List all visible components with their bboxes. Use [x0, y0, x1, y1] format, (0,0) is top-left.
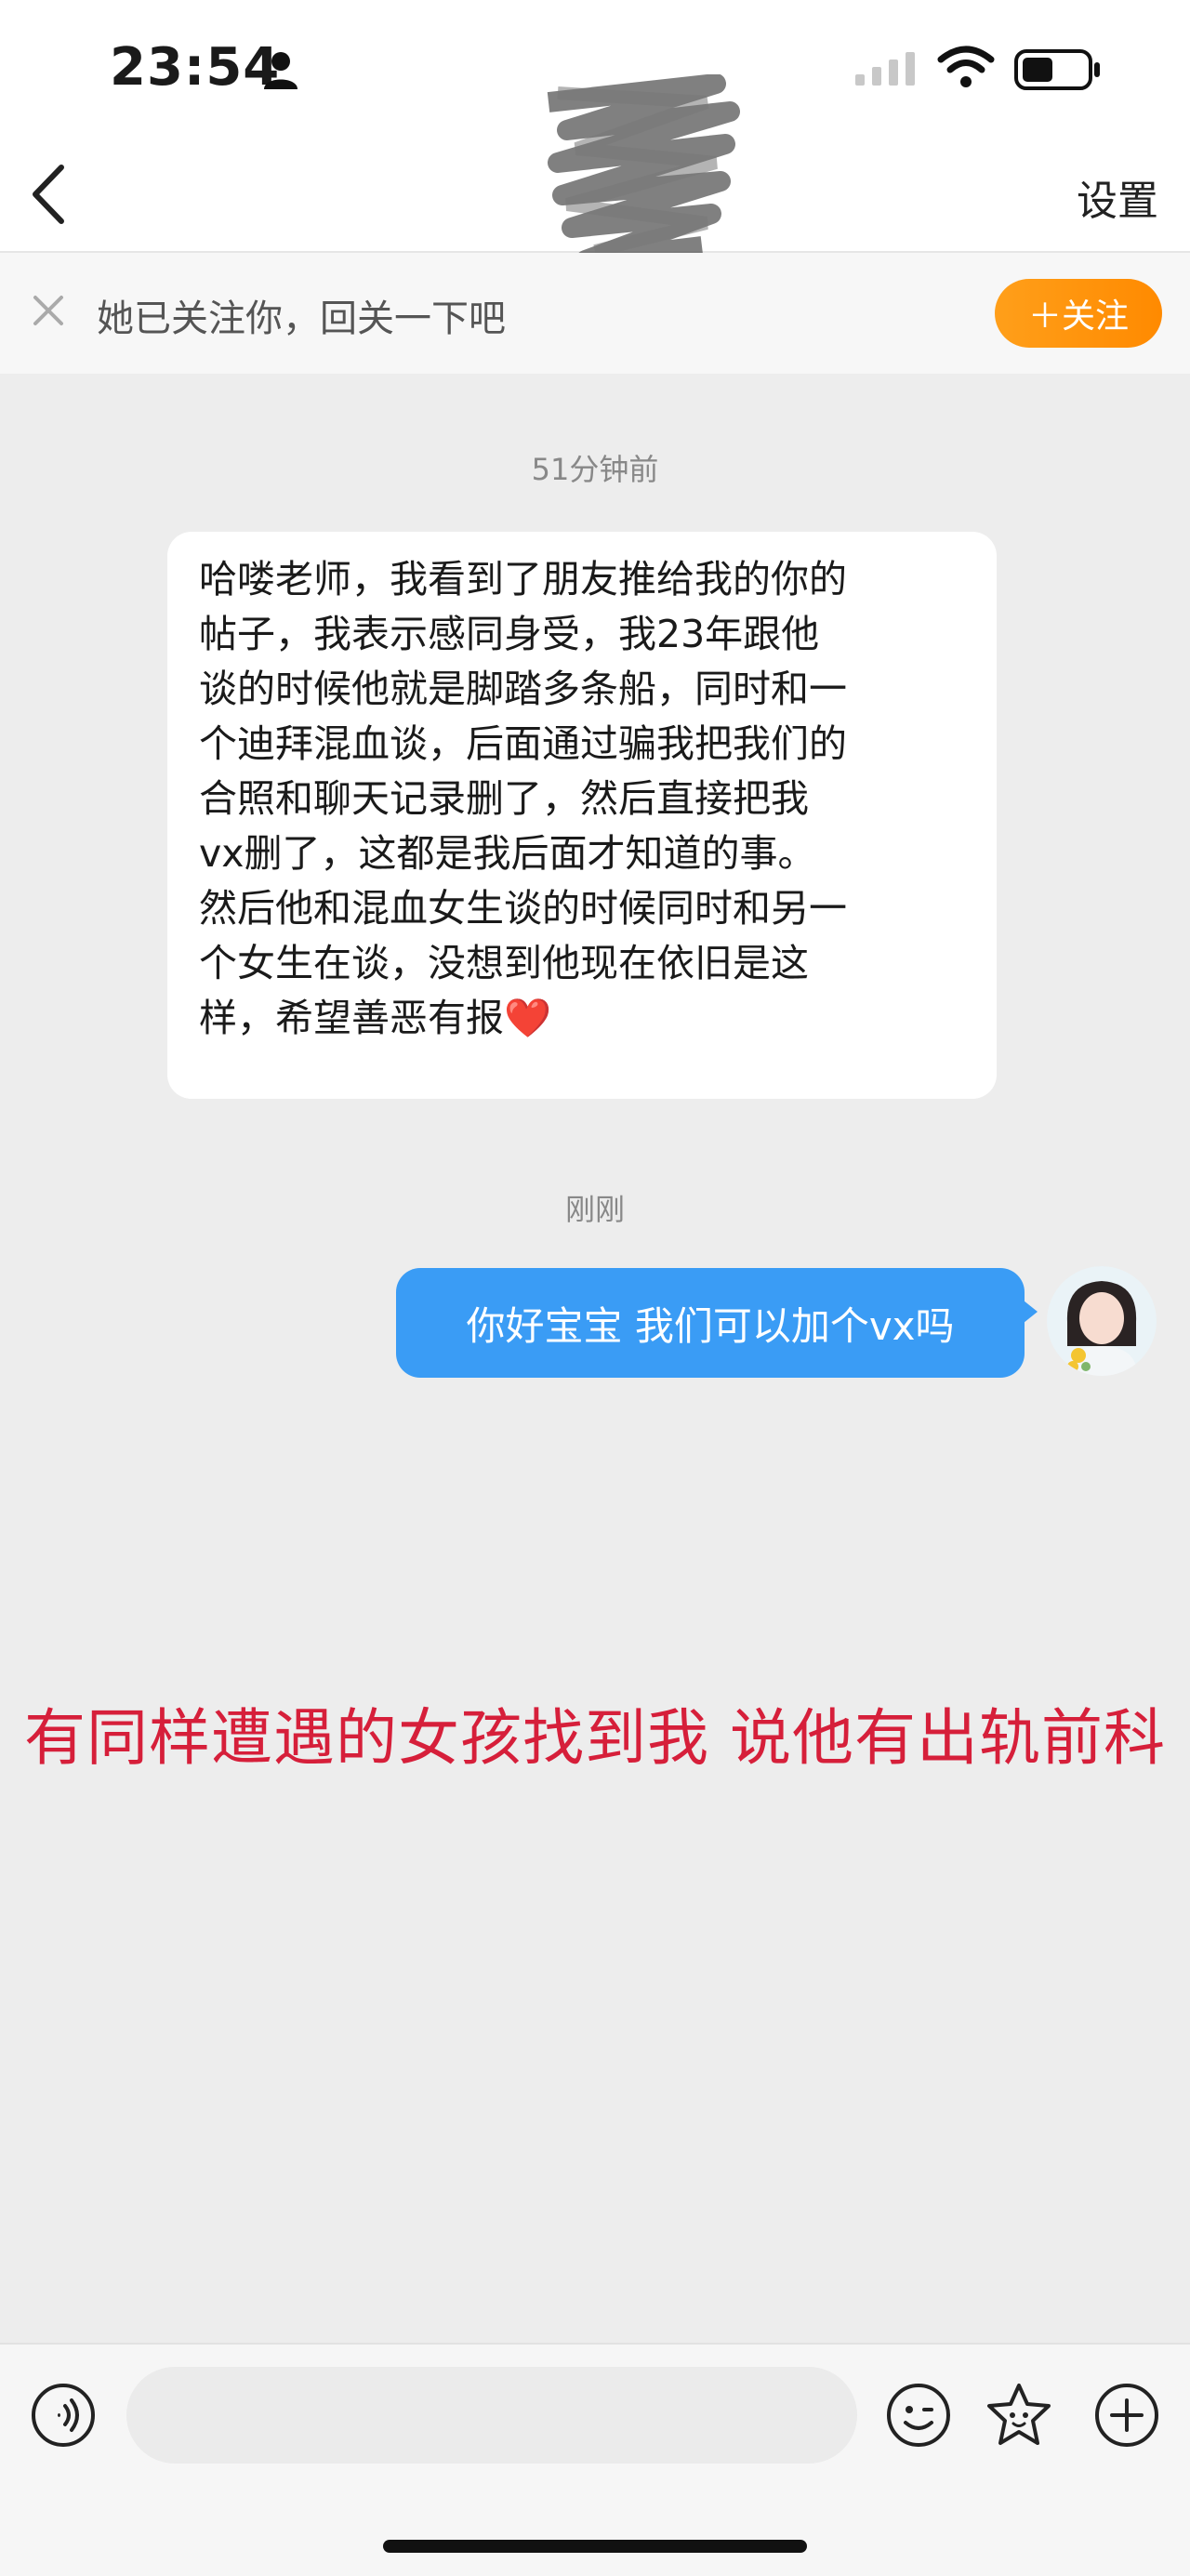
emoji-icon[interactable] — [885, 2382, 952, 2449]
voice-icon[interactable] — [30, 2382, 97, 2449]
signal-icon — [855, 52, 915, 86]
follow-back-text: 她已关注你，回关一下吧 — [97, 297, 506, 340]
status-time: 23:54 — [110, 37, 281, 98]
sticker-icon[interactable] — [984, 2380, 1054, 2451]
follow-back-banner: 她已关注你，回关一下吧 ＋关注 — [0, 253, 1190, 374]
message-line: vx删了，这都是我后面才知道的事。 — [199, 831, 816, 876]
message-line: 哈喽老师，我看到了朋友推给我的你的 — [199, 557, 847, 601]
chevron-left-icon[interactable] — [28, 162, 69, 227]
plus-icon[interactable] — [1093, 2382, 1160, 2449]
message-input[interactable] — [126, 2367, 857, 2464]
avatar[interactable] — [1047, 1266, 1157, 1376]
settings-button[interactable]: 设置 — [1077, 167, 1158, 227]
message-line: 合照和聊天记录删了，然后直接把我 — [199, 776, 809, 821]
wifi-icon — [937, 46, 995, 87]
heart-emoji: ❤️ — [504, 996, 552, 1040]
message-line-text: 样，希望善恶有报 — [199, 996, 504, 1040]
person-icon — [264, 52, 298, 89]
bubble-tail — [1019, 1297, 1038, 1327]
message-line: 谈的时候他就是脚踏多条船，同时和一 — [199, 667, 847, 711]
battery-icon — [1014, 49, 1100, 90]
message-line: 帖子，我表示感同身受，我23年跟他 — [199, 612, 820, 656]
message-input-bar — [0, 2343, 1190, 2576]
message-line: 个迪拜混血谈，后面通过骗我把我们的 — [199, 721, 847, 766]
follow-button[interactable]: ＋关注 — [995, 279, 1162, 348]
incoming-message-bubble[interactable]: 哈喽老师，我看到了朋友推给我的你的 帖子，我表示感同身受，我23年跟他 谈的时候… — [167, 532, 997, 1099]
message-line: 然后他和混血女生谈的时候同时和另一 — [199, 886, 847, 931]
message-line: 样，希望善恶有报❤️ — [199, 991, 965, 1046]
message-line: 个女生在谈，没想到他现在依旧是这 — [199, 941, 809, 985]
overlay-caption: 有同样遭遇的女孩找到我 说他有出轨前科 — [24, 1702, 1166, 1774]
message-timestamp: 51分钟前 — [531, 452, 659, 487]
close-icon[interactable] — [30, 292, 67, 329]
home-indicator — [383, 2540, 807, 2553]
outgoing-message-bubble[interactable]: 你好宝宝 我们可以加个vx吗 — [396, 1268, 1025, 1378]
message-timestamp: 刚刚 — [564, 1192, 625, 1227]
